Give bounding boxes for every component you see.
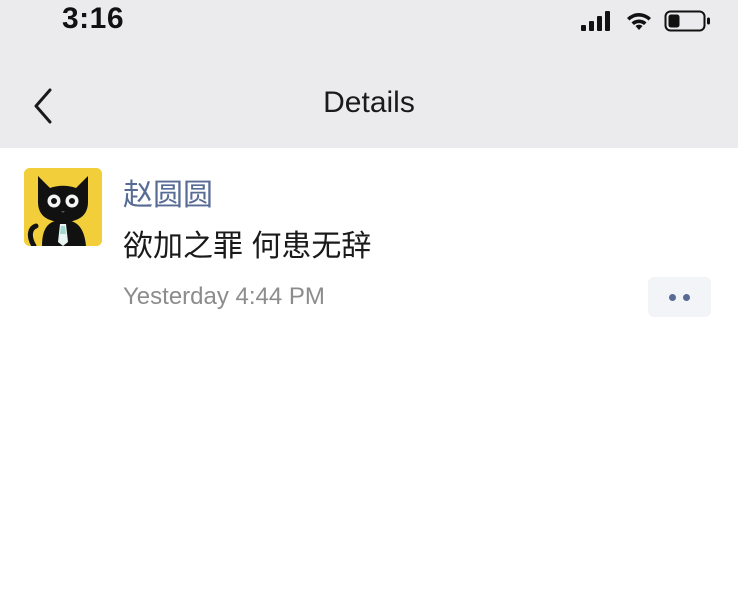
wifi-icon (627, 13, 651, 30)
status-time: 3:16 (62, 2, 125, 35)
avatar[interactable] (24, 168, 102, 246)
post-text: 欲加之罪 何患无辞 (123, 230, 372, 263)
page-title: Details (323, 86, 415, 119)
moments-detail-screen: 3:16 Details 赵圆圆 欲加之罪 何患无辞 Yesterday 4:4… (0, 0, 738, 603)
dot-icon (669, 293, 676, 301)
more-actions-button[interactable] (648, 277, 711, 317)
dot-icon (683, 293, 690, 301)
top-bar: 3:16 Details (0, 0, 738, 148)
status-icons (580, 6, 712, 36)
battery-icon (664, 10, 710, 32)
author-name-link[interactable]: 赵圆圆 (123, 170, 213, 214)
post-timestamp: Yesterday 4:44 PM (123, 283, 325, 310)
cellular-signal-icon (581, 11, 610, 31)
black-cat-avatar-icon (24, 168, 102, 246)
